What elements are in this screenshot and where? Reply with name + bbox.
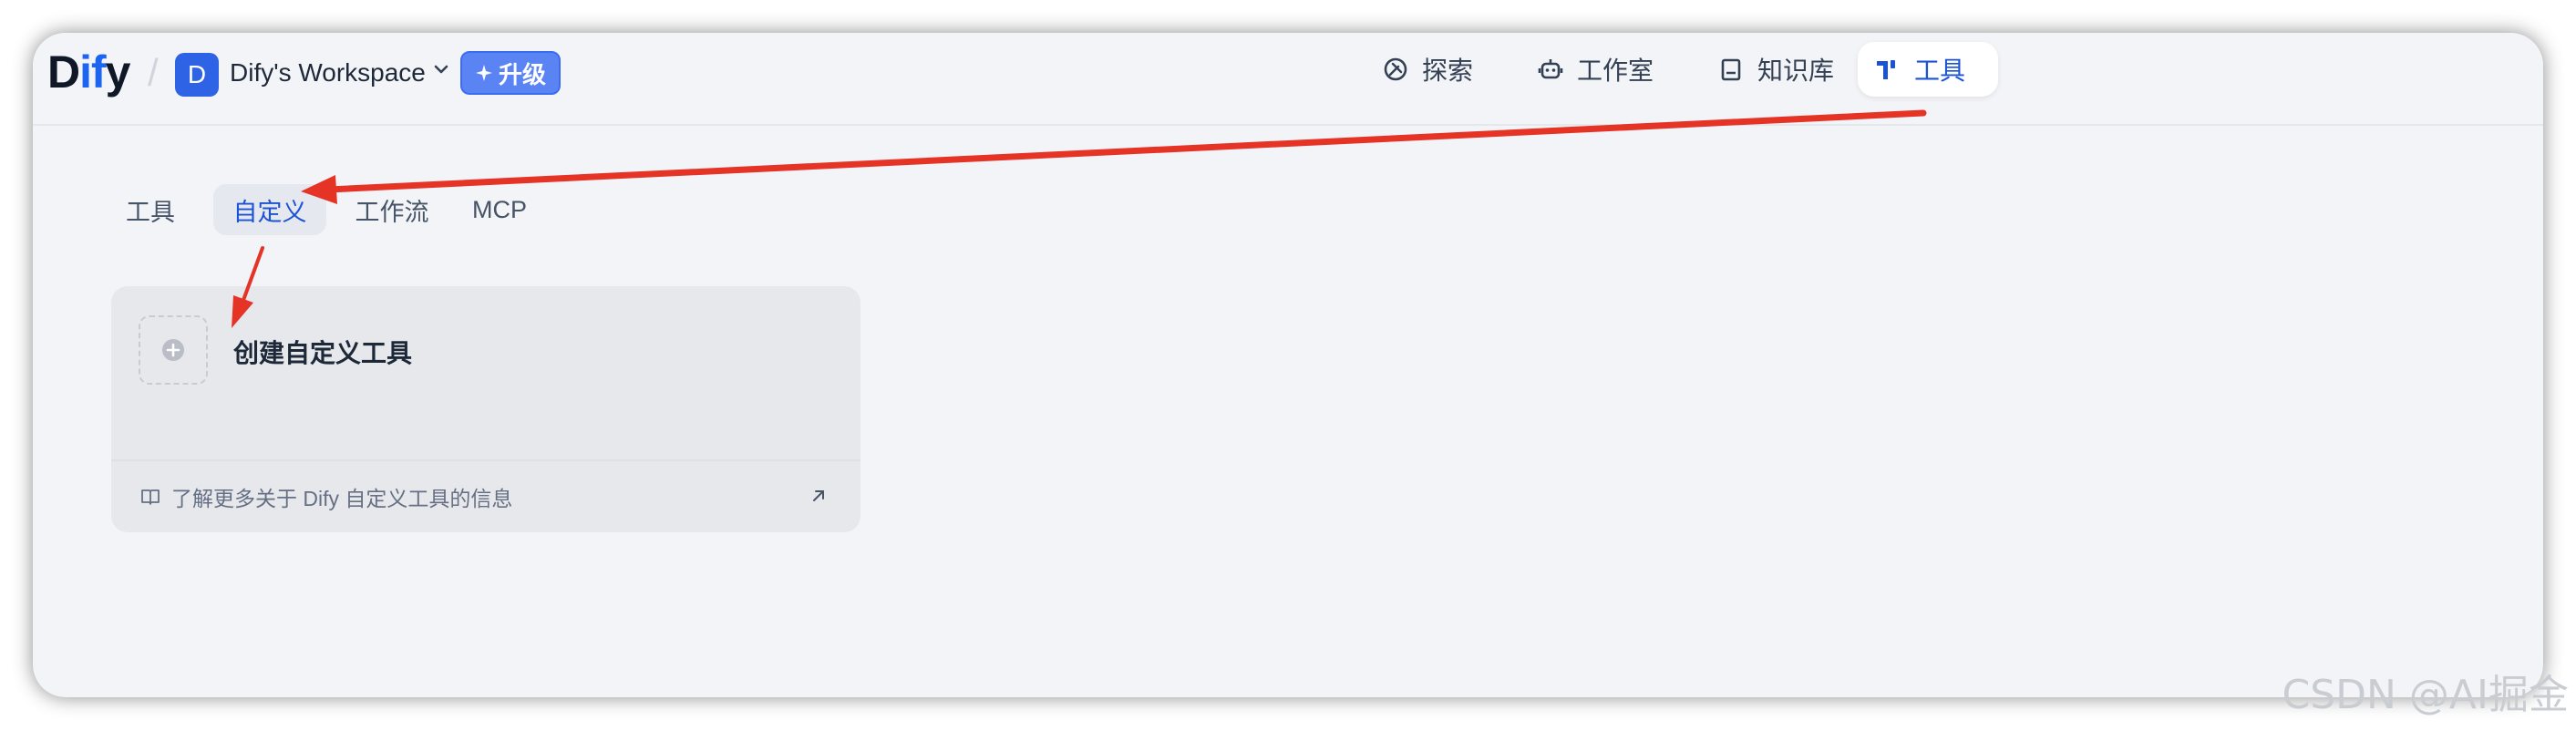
annotation-arrow-custom-to-card [241,246,264,304]
annotation-arrowhead [301,175,337,204]
annotation-arrows [232,109,1927,328]
annotation-arrow-tools-to-custom [325,109,1927,193]
annotation-arrowhead-small [232,295,253,328]
watermark: CSDN @AI掘金 [2282,672,2569,718]
